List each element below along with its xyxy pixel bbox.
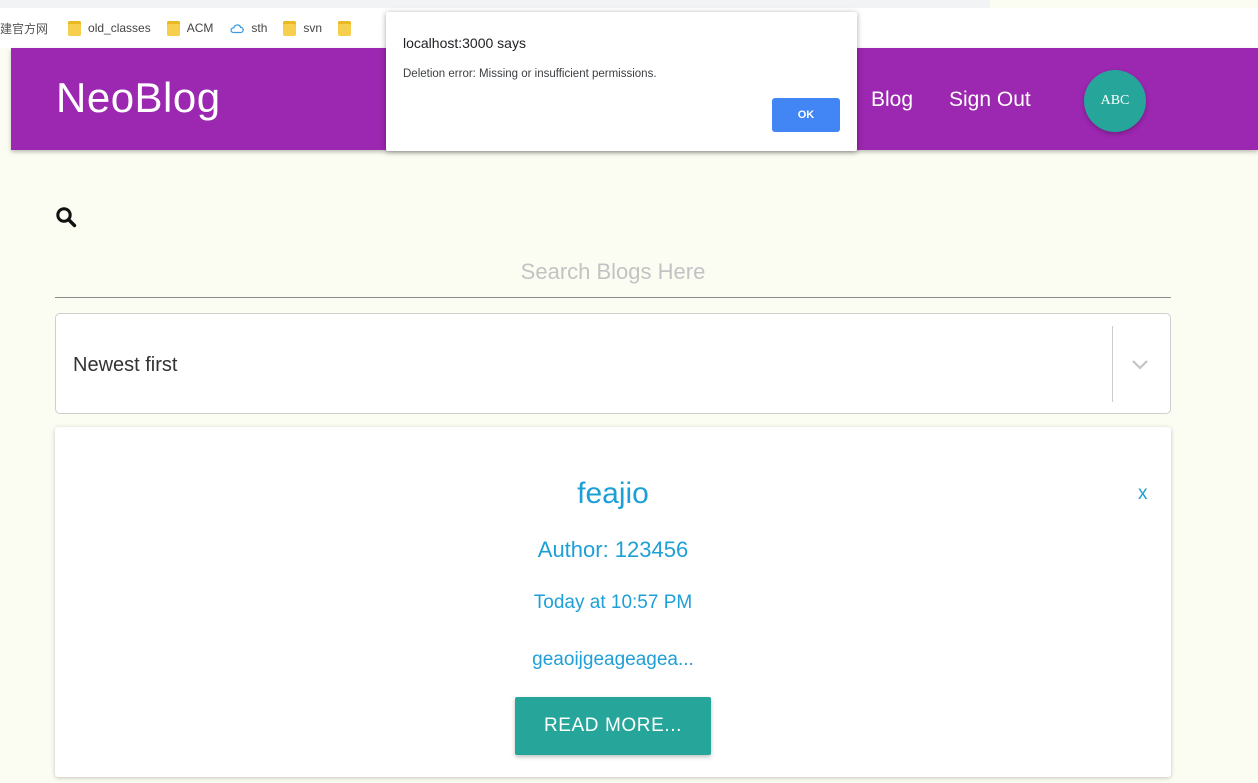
blog-author: Author: 123456 [537, 537, 689, 562]
brand-logo-link[interactable]: NeoBlog [56, 74, 221, 122]
cloud-icon [229, 21, 245, 36]
blog-date: Today at 10:57 PM [533, 592, 693, 613]
bookmark-label: ACM [186, 21, 214, 35]
bookmark-folder-partial[interactable] [338, 20, 358, 36]
bookmark-sth[interactable]: sth [229, 21, 267, 36]
search-icon [55, 206, 77, 228]
avatar-initials: ABC [1100, 93, 1130, 108]
blog-card: feajio Author: 123456 Today at 10:57 PM … [55, 427, 1171, 777]
chevron-down-icon[interactable] [1130, 354, 1150, 374]
bookmark-label: sth [251, 21, 268, 35]
bookmark-folder-svn[interactable]: svn [283, 20, 323, 36]
select-divider [1112, 326, 1113, 402]
folder-icon [338, 20, 352, 36]
alert-title: localhost:3000 says [403, 35, 526, 51]
alert-message: Deletion error: Missing or insufficient … [403, 68, 657, 80]
search-input[interactable] [55, 246, 1171, 298]
bookmark-label: old_classes [88, 21, 151, 35]
alert-ok-button[interactable]: OK [772, 98, 840, 132]
folder-icon [283, 20, 297, 36]
bookmark-label: svn [303, 21, 323, 35]
blog-title[interactable]: feajio [55, 477, 1171, 511]
blog-excerpt: geaoijgeageagea... [532, 649, 694, 670]
sort-selected-value: Newest first [73, 354, 178, 376]
folder-icon [166, 20, 180, 36]
folder-icon [68, 20, 82, 36]
avatar[interactable]: ABC [1084, 70, 1146, 132]
bookmark-label: 建官方网 [0, 21, 49, 36]
browser-tabstrip [0, 0, 990, 8]
delete-blog-button[interactable]: x [1138, 483, 1148, 505]
alert-dialog: localhost:3000 says Deletion error: Miss… [386, 12, 857, 151]
read-more-button[interactable]: READ MORE... [515, 697, 711, 755]
bookmark-item[interactable]: 建官方网 [0, 20, 48, 37]
sort-select[interactable]: Newest first [55, 313, 1171, 414]
bookmark-folder-old-classes[interactable]: old_classes [68, 20, 151, 36]
nav-sign-out-link[interactable]: Sign Out [949, 88, 1031, 112]
nav-blog-link[interactable]: Blog [871, 88, 913, 112]
bookmark-folder-acm[interactable]: ACM [166, 20, 214, 36]
